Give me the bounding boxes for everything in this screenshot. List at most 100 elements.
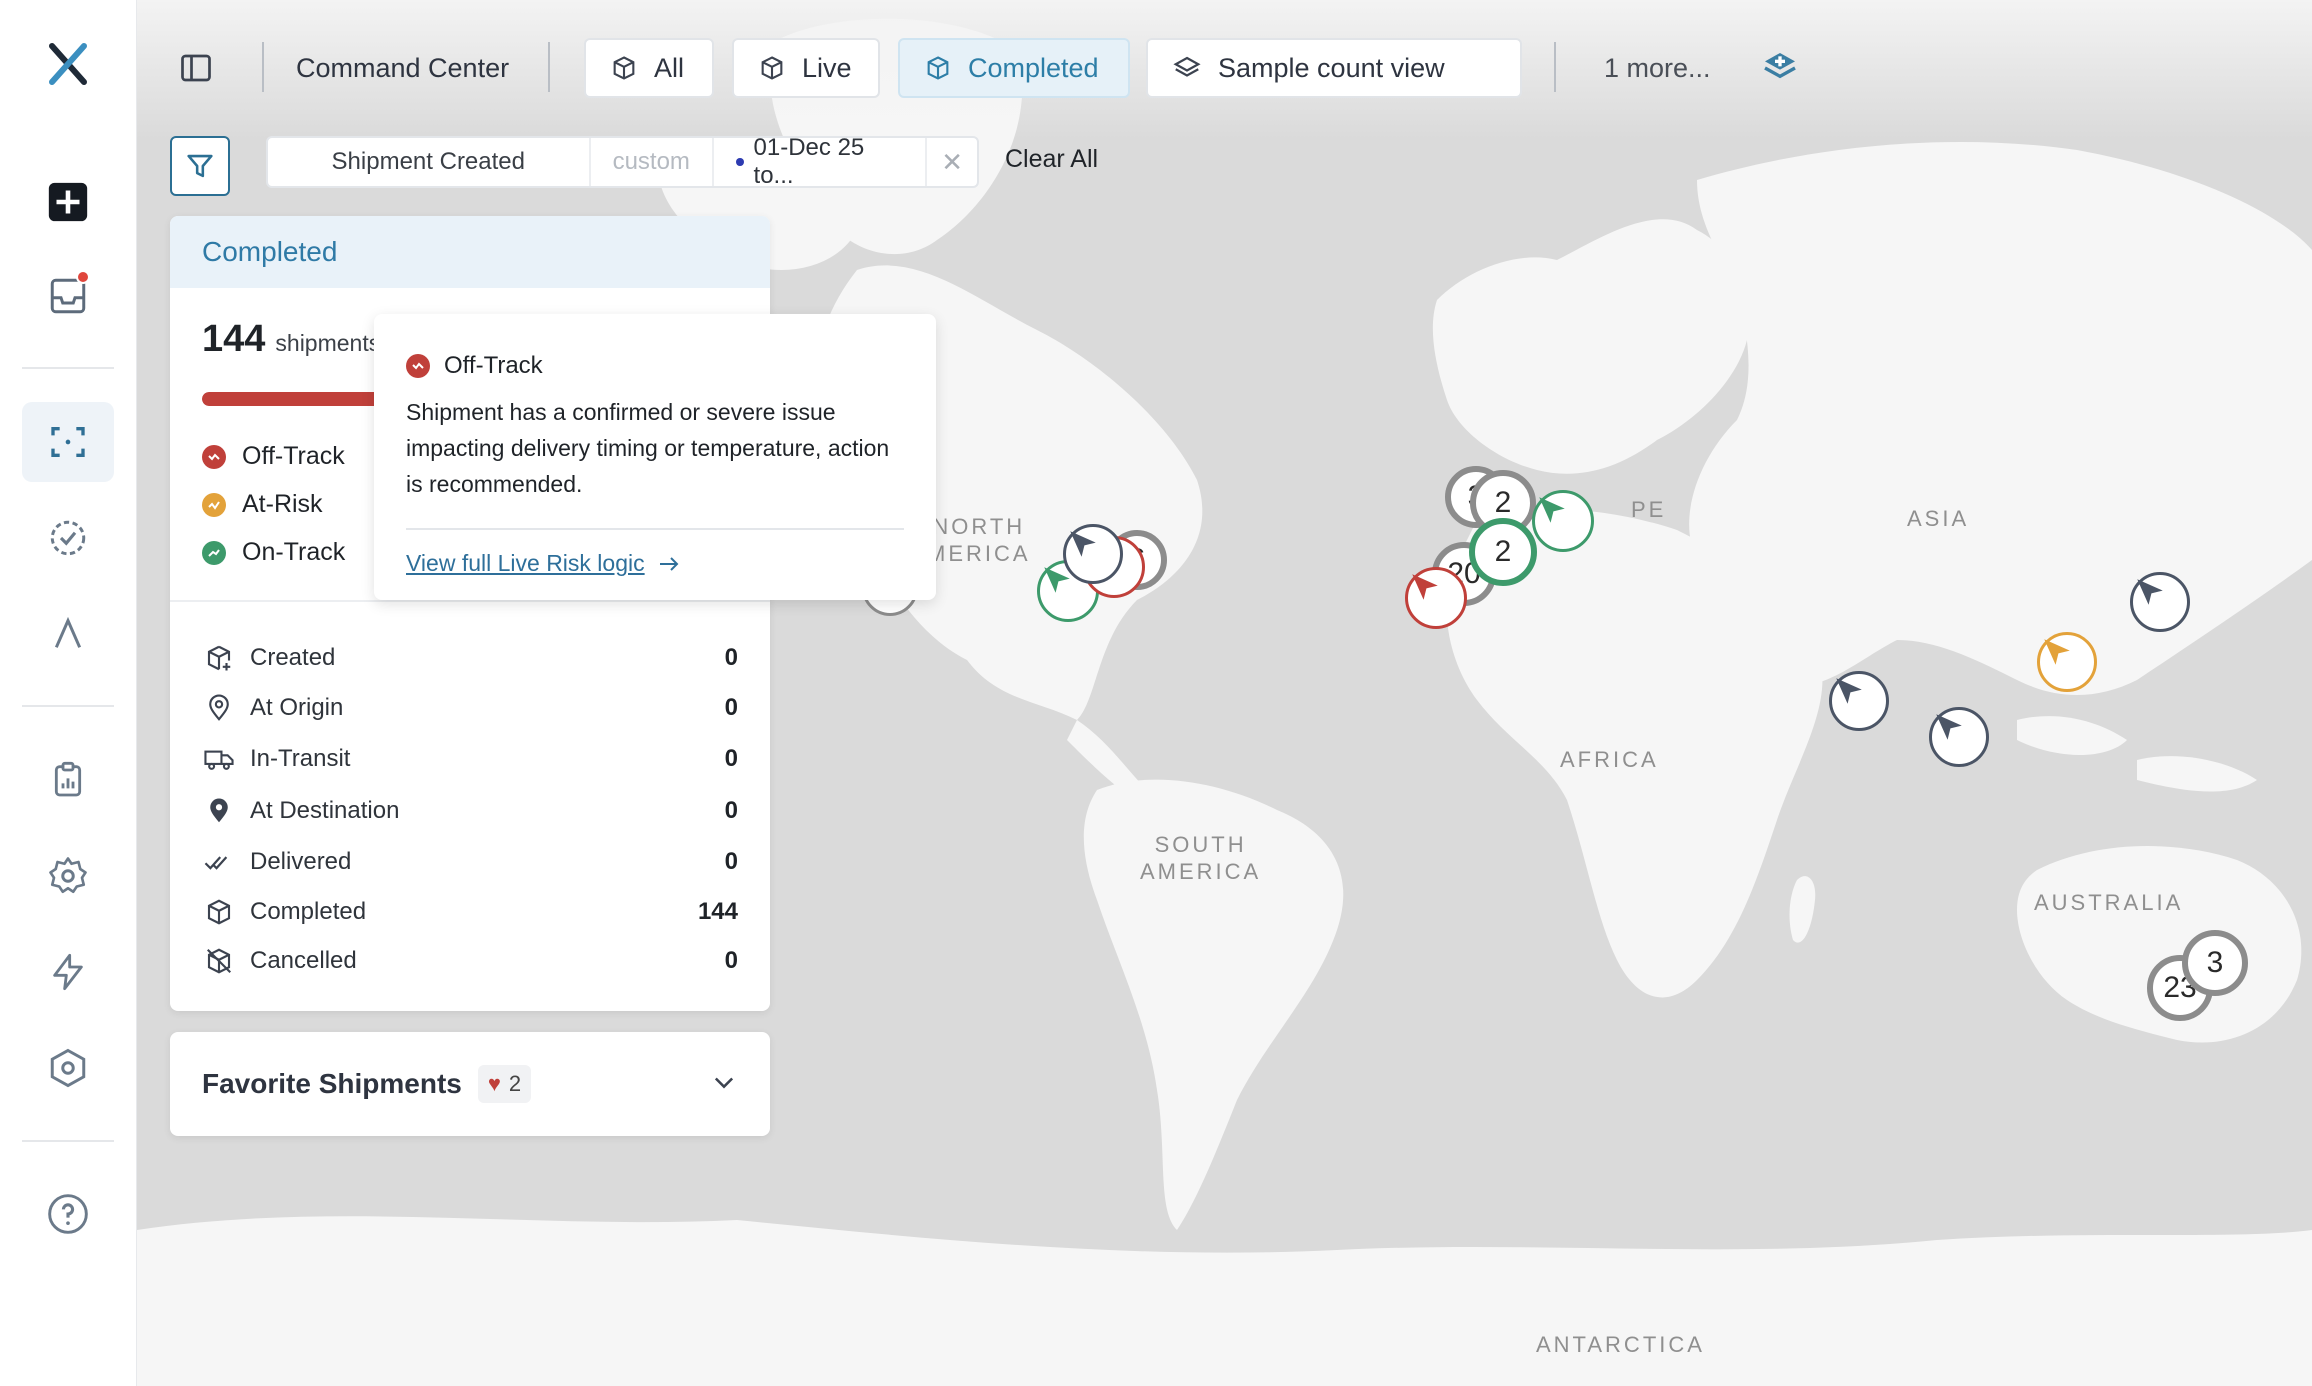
shipment-marker-on-track[interactable]	[1532, 490, 1594, 552]
add-view-button[interactable]	[1760, 38, 1800, 98]
remove-filter-button[interactable]: ✕	[927, 138, 977, 186]
gear-icon	[49, 857, 87, 894]
plus-square-icon	[48, 182, 88, 222]
shipment-marker-neutral[interactable]	[1929, 707, 1989, 767]
tasks-button[interactable]	[22, 498, 114, 578]
lambda-icon	[54, 616, 82, 648]
navigation-arrow-icon	[1539, 497, 1565, 523]
cube-icon	[927, 56, 949, 80]
cube-icon	[613, 56, 635, 80]
status-row-created[interactable]: Created 0	[202, 638, 738, 678]
status-value: 0	[724, 644, 738, 671]
arrow-right-icon	[659, 556, 679, 571]
more-views-button[interactable]: 1 more...	[1604, 38, 1711, 98]
label-south-america: SOUTH AMERICA	[1140, 831, 1261, 885]
cluster-marker[interactable]: 3	[2182, 930, 2248, 996]
command-center-button[interactable]	[22, 402, 114, 482]
view-tab-sample-count[interactable]: Sample count view	[1146, 38, 1522, 98]
toolbar-divider	[262, 42, 264, 92]
favorite-shipments-title: Favorite Shipments	[202, 1068, 462, 1099]
favorite-shipments-section[interactable]: Favorite Shipments ♥ 2	[170, 1032, 770, 1136]
app-logo[interactable]	[44, 40, 92, 88]
status-value: 0	[724, 848, 738, 875]
view-tab-completed[interactable]: Completed	[898, 38, 1130, 98]
filter-chip[interactable]: Shipment Created custom 01-Dec 25 to... …	[266, 134, 979, 189]
add-layer-icon	[1764, 53, 1796, 79]
risk-item-label: On-Track	[242, 538, 346, 566]
risk-tooltip: Off-Track Shipment has a confirmed or se…	[374, 314, 936, 600]
navigation-arrow-icon	[1070, 531, 1096, 557]
view-tab-all[interactable]: All	[584, 38, 714, 98]
navigation-arrow-icon	[1936, 714, 1962, 740]
status-row-in-transit[interactable]: In-Transit 0	[202, 739, 738, 779]
analytics-button[interactable]	[22, 594, 114, 674]
help-button[interactable]	[22, 1174, 114, 1254]
status-row-at-origin[interactable]: At Origin 0	[202, 688, 738, 728]
lightning-icon	[53, 953, 83, 991]
automations-button[interactable]	[22, 932, 114, 1012]
reports-button[interactable]	[22, 740, 114, 820]
shipment-marker-neutral[interactable]	[1063, 524, 1123, 584]
location-pin-filled-icon	[202, 794, 236, 828]
heart-icon: ♥	[487, 1071, 501, 1096]
create-button[interactable]	[22, 162, 114, 242]
view-tab-label: Sample count view	[1218, 52, 1445, 83]
filter-chip-field: Shipment Created	[268, 138, 591, 186]
label-south-america-line1: SOUTH	[1154, 832, 1247, 857]
shipment-marker-neutral[interactable]	[2130, 572, 2190, 632]
rail-divider	[22, 367, 114, 369]
status-label: At Destination	[250, 797, 400, 824]
status-value: 0	[724, 947, 738, 974]
settings-button[interactable]	[22, 836, 114, 916]
label-north-america: NORTH MERICA	[927, 513, 1031, 567]
sidebar-toggle-icon	[181, 54, 211, 82]
shipment-marker-neutral[interactable]	[1829, 671, 1889, 731]
risk-item-at-risk[interactable]: At-Risk	[202, 490, 323, 519]
close-icon: ✕	[941, 146, 963, 177]
left-navigation-rail	[0, 0, 137, 1386]
navigation-arrow-icon	[2137, 579, 2163, 605]
status-label: Delivered	[250, 848, 352, 875]
risk-item-off-track[interactable]: Off-Track	[202, 442, 345, 471]
tooltip-body: Shipment has a confirmed or severe issue…	[406, 399, 890, 497]
inbox-button[interactable]	[22, 256, 114, 336]
view-tab-live[interactable]: Live	[732, 38, 880, 98]
panel-divider	[170, 600, 770, 602]
shipment-marker-at-risk[interactable]	[2037, 632, 2097, 692]
status-value: 0	[724, 745, 738, 772]
status-row-at-destination[interactable]: At Destination 0	[202, 791, 738, 831]
live-risk-logic-link-label: View full Live Risk logic	[406, 550, 645, 576]
view-tab-label: Live	[802, 52, 852, 83]
status-row-completed[interactable]: Completed 144	[202, 892, 738, 932]
risk-item-on-track[interactable]: On-Track	[202, 538, 345, 567]
box-icon	[202, 895, 236, 929]
status-row-delivered[interactable]: Delivered 0	[202, 842, 738, 882]
layers-icon	[1173, 56, 1201, 77]
status-value: 144	[697, 898, 738, 925]
status-label: Created	[250, 644, 336, 671]
navigation-arrow-icon	[1836, 678, 1862, 704]
box-plus-icon	[202, 641, 236, 675]
chevron-down-icon[interactable]	[710, 1068, 738, 1101]
panel-title: Completed	[170, 216, 770, 288]
live-risk-logic-link[interactable]: View full Live Risk logic	[406, 550, 904, 577]
risk-item-label: At-Risk	[242, 490, 323, 518]
view-tab-label: All	[654, 52, 685, 83]
scan-focus-icon	[51, 427, 85, 457]
toggle-sidebar-button[interactable]	[178, 38, 214, 98]
clear-all-button[interactable]: Clear All	[1005, 145, 1098, 174]
on-track-icon	[202, 540, 226, 565]
label-asia: ASIA	[1907, 506, 1970, 531]
filter-button[interactable]	[170, 136, 230, 196]
shipment-marker-off-track[interactable]	[1405, 567, 1467, 629]
label-south-america-line2: AMERICA	[1140, 859, 1262, 884]
integrations-button[interactable]	[22, 1028, 114, 1108]
favorites-count-badge: ♥ 2	[477, 1065, 532, 1103]
label-north-america-line2: MERICA	[927, 541, 1031, 566]
status-row-cancelled[interactable]: Cancelled 0	[202, 941, 738, 981]
status-label: In-Transit	[250, 745, 351, 772]
cluster-marker[interactable]: 2	[1469, 518, 1537, 586]
toolbar-divider	[1554, 42, 1556, 92]
at-risk-icon	[202, 492, 226, 517]
filter-chip-type: custom	[591, 138, 714, 186]
